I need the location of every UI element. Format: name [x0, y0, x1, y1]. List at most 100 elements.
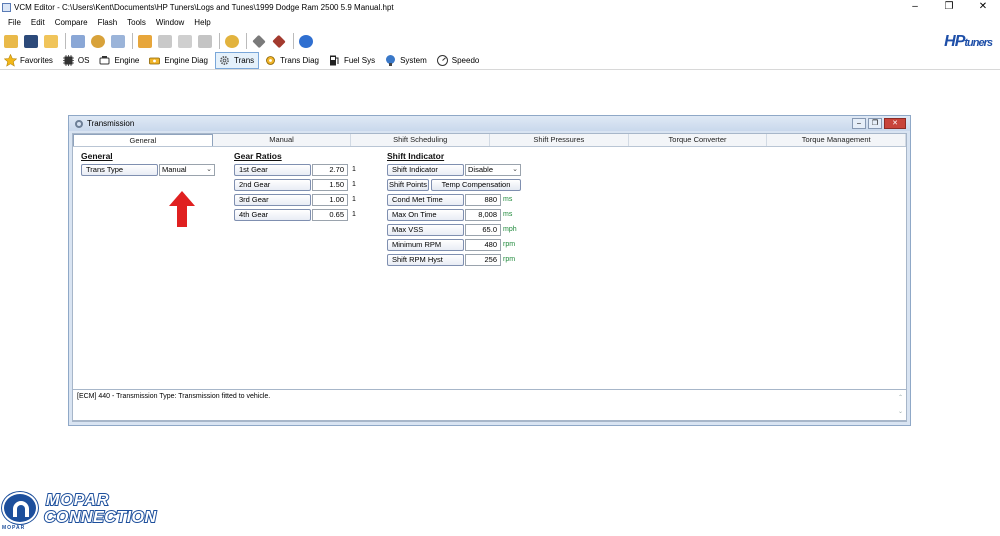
max-on-time-label[interactable]: Max On Time: [387, 209, 464, 221]
trans-type-dropdown[interactable]: Manual ⌄: [159, 164, 215, 176]
child-close-button[interactable]: ✕: [884, 118, 906, 129]
tab-torque-converter[interactable]: Torque Converter: [628, 134, 768, 146]
gear-3-value[interactable]: 1.00: [312, 194, 348, 206]
nav-system[interactable]: System: [382, 52, 431, 69]
child-maximize-button[interactable]: ❐: [868, 118, 882, 129]
nav-engine-diag[interactable]: Engine Diag: [146, 52, 212, 69]
speedometer-icon: [436, 54, 449, 67]
edit-icon[interactable]: [136, 33, 154, 50]
shift-indicator-heading: Shift Indicator: [387, 151, 445, 161]
description-scrollbar[interactable]: ⌃ ⌄: [896, 391, 905, 419]
nav-trans-diag[interactable]: Trans Diag: [262, 52, 323, 69]
table-edit-icon[interactable]: [176, 33, 194, 50]
cond-met-time-value[interactable]: 880: [465, 194, 501, 206]
read-icon[interactable]: [250, 33, 268, 50]
minimum-rpm-label[interactable]: Minimum RPM: [387, 239, 464, 251]
transmission-window-titlebar[interactable]: Transmission: [69, 116, 910, 131]
open-folder-icon[interactable]: [2, 33, 20, 50]
user-icon[interactable]: [89, 33, 107, 50]
gear-1-value[interactable]: 2.70: [312, 164, 348, 176]
hp-tuners-logo: HPtuners: [944, 33, 993, 51]
nav-label: Favorites: [20, 55, 53, 65]
menu-edit[interactable]: Edit: [31, 18, 45, 27]
max-vss-value[interactable]: 65.0: [465, 224, 501, 236]
shift-rpm-hyst-label[interactable]: Shift RPM Hyst: [387, 254, 464, 266]
nav-speedo[interactable]: Speedo: [434, 52, 484, 69]
gear-3-label[interactable]: 3rd Gear: [234, 194, 311, 206]
transmission-window-title: Transmission: [87, 119, 135, 128]
mopar-brand-text: MOPAR: [2, 525, 26, 531]
child-minimize-button[interactable]: –: [852, 118, 866, 129]
nav-label: Engine: [114, 55, 140, 65]
minimum-rpm-value[interactable]: 480: [465, 239, 501, 251]
menu-tools[interactable]: Tools: [127, 18, 146, 27]
write-icon[interactable]: [270, 33, 288, 50]
table-icon[interactable]: [156, 33, 174, 50]
system-icon: [384, 54, 397, 67]
tab-shift-scheduling[interactable]: Shift Scheduling: [351, 134, 491, 146]
gear-1-label[interactable]: 1st Gear: [234, 164, 311, 176]
chip-icon: [62, 54, 75, 67]
gear-2-unit: 1: [352, 181, 356, 188]
nav-fuel-sys[interactable]: Fuel Sys: [326, 52, 379, 69]
main-toolbar: [0, 30, 1000, 52]
nav-favorites[interactable]: Favorites: [2, 52, 57, 69]
nav-label: Speedo: [451, 55, 480, 65]
save-icon[interactable]: [22, 33, 40, 50]
nav-label: System: [400, 55, 427, 65]
toolbar-separator: [132, 33, 133, 49]
menu-window[interactable]: Window: [156, 18, 184, 27]
gear-2-label[interactable]: 2nd Gear: [234, 179, 311, 191]
gear-4-value[interactable]: 0.65: [312, 209, 348, 221]
tab-general[interactable]: General: [73, 134, 213, 146]
scroll-down-icon[interactable]: ⌄: [896, 405, 905, 419]
parameter-description: [ECM] 440 - Transmission Type: Transmiss…: [72, 389, 907, 421]
max-on-time-value[interactable]: 8,008: [465, 209, 501, 221]
nav-toolbar: Favorites OS Engine Engine Diag Trans Tr…: [0, 51, 1000, 70]
gear-icon: [218, 54, 231, 67]
window-controls: – ❐ ✕: [898, 0, 1000, 14]
menu-bar: File Edit Compare Flash Tools Window Hel…: [0, 15, 1000, 29]
open-file-icon[interactable]: [42, 33, 60, 50]
tab-manual[interactable]: Manual: [212, 134, 352, 146]
chevron-down-icon: ⌄: [206, 166, 212, 173]
trans-type-label[interactable]: Trans Type: [81, 164, 158, 176]
engine-icon: [98, 54, 111, 67]
shift-indicator-dropdown[interactable]: Disable ⌄: [465, 164, 521, 176]
fuel-pump-icon: [328, 54, 341, 67]
trans-type-value: Manual: [162, 165, 187, 174]
nav-label: Fuel Sys: [343, 55, 376, 65]
nav-engine[interactable]: Engine: [96, 52, 143, 69]
max-vss-label[interactable]: Max VSS: [387, 224, 464, 236]
vehicle-info-icon[interactable]: [69, 33, 87, 50]
shift-rpm-hyst-value[interactable]: 256: [465, 254, 501, 266]
gear-icon: [75, 119, 83, 128]
tab-shift-pressures[interactable]: Shift Pressures: [490, 134, 629, 146]
menu-compare[interactable]: Compare: [55, 18, 88, 27]
transmission-window: Transmission – ❐ ✕ General Manual Shift …: [68, 115, 911, 426]
nav-label: Trans Diag: [280, 55, 319, 65]
scroll-up-icon[interactable]: ⌃: [896, 391, 905, 405]
nav-label: OS: [77, 55, 90, 65]
temp-compensation-button[interactable]: Temp Compensation: [431, 179, 521, 191]
cond-met-time-label[interactable]: Cond Met Time: [387, 194, 464, 206]
red-arrow-annotation: [169, 191, 195, 227]
menu-file[interactable]: File: [8, 18, 21, 27]
shift-indicator-value: Disable: [468, 165, 494, 174]
menu-flash[interactable]: Flash: [98, 18, 118, 27]
shift-points-button[interactable]: Shift Points: [387, 179, 429, 191]
refresh-icon[interactable]: [223, 33, 241, 50]
compare-icon[interactable]: [109, 33, 127, 50]
gear-2-value[interactable]: 1.50: [312, 179, 348, 191]
info-icon[interactable]: [297, 33, 315, 50]
close-button[interactable]: ✕: [966, 0, 1000, 14]
gear-4-label[interactable]: 4th Gear: [234, 209, 311, 221]
maximize-button[interactable]: ❐: [932, 0, 966, 14]
nav-trans[interactable]: Trans: [214, 51, 260, 69]
nav-os[interactable]: OS: [60, 52, 94, 69]
shift-indicator-label[interactable]: Shift Indicator: [387, 164, 464, 176]
minimize-button[interactable]: –: [898, 0, 932, 14]
menu-help[interactable]: Help: [194, 18, 210, 27]
table-copy-icon[interactable]: [196, 33, 214, 50]
tab-torque-management[interactable]: Torque Management: [767, 134, 907, 146]
